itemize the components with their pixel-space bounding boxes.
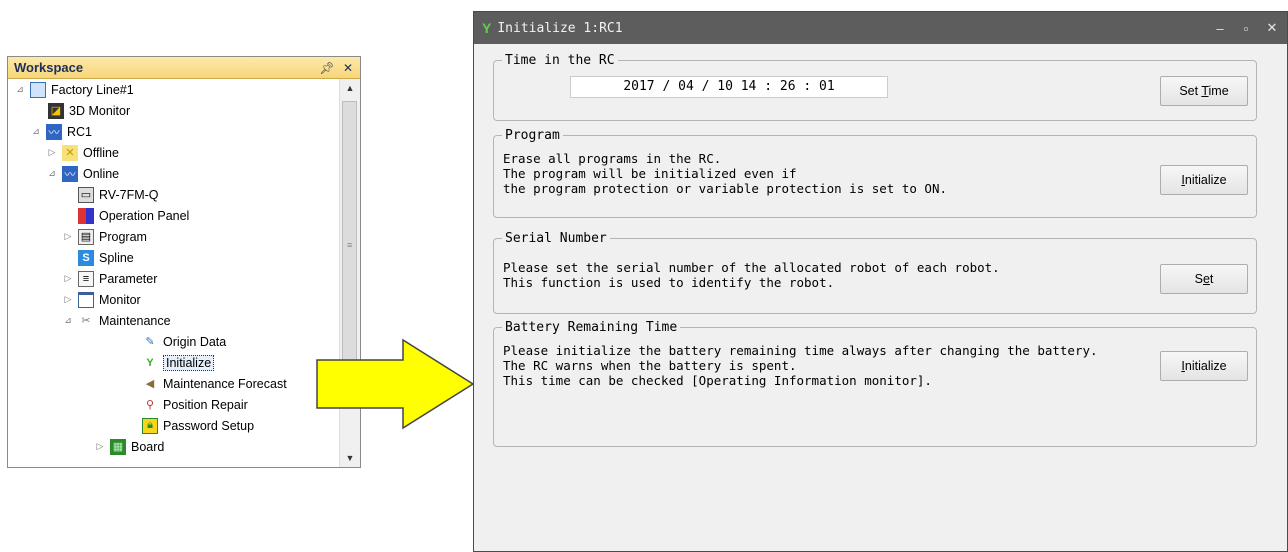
program-description: Erase all programs in the RC. The progra…: [503, 151, 948, 196]
program-icon: ▤: [78, 228, 94, 245]
maintenance-forecast-icon: ◀: [145, 378, 155, 390]
collapse-icon[interactable]: ⊿: [14, 84, 26, 95]
collapse-icon[interactable]: ⊿: [46, 168, 58, 179]
tree-item-factory-line[interactable]: ⊿ Factory Line#1: [14, 79, 134, 100]
initialize-program-button[interactable]: Initialize: [1160, 165, 1248, 195]
tree-item-origin-data[interactable]: ✎ Origin Data: [142, 331, 226, 352]
set-time-button[interactable]: Set Time: [1160, 76, 1248, 106]
factory-line-icon: [30, 81, 46, 98]
tree-item-parameter[interactable]: ▷ ≡ Parameter: [62, 268, 157, 289]
tree-item-maintenance-forecast[interactable]: ◀ Maintenance Forecast: [142, 373, 287, 394]
dialog-title: Initialize 1:RC1: [497, 20, 623, 36]
workspace-header: Workspace 📌︎ ✕: [8, 57, 360, 79]
spline-icon: S: [78, 249, 94, 266]
expand-icon[interactable]: ▷: [62, 231, 74, 242]
tree-item-offline[interactable]: ▷ ✕ Offline: [46, 142, 119, 163]
minimize-icon[interactable]: ‒: [1209, 21, 1231, 36]
time-display: 2017 / 04 / 10 14 : 26 : 01: [570, 76, 888, 98]
robot-icon: ▭: [78, 186, 94, 203]
operation-panel-icon: [78, 207, 94, 224]
online-icon: 〰: [62, 165, 78, 182]
tree-item-rv-7fm-q[interactable]: ▭ RV-7FM-Q: [78, 184, 159, 205]
workspace-tree: ⊿ Factory Line#1 ◪ 3D Monitor ⊿ 〰 RC1 ▷ …: [8, 79, 340, 467]
serial-description: Please set the serial number of the allo…: [503, 260, 1000, 290]
initialize-icon: Y: [482, 20, 492, 36]
time-group: Time in the RC 2017 / 04 / 10 14 : 26 : …: [493, 53, 1257, 121]
arrow-annotation: [316, 338, 475, 430]
controller-icon: 〰: [46, 123, 62, 140]
maximize-icon[interactable]: ▫: [1235, 21, 1257, 36]
scroll-down-icon[interactable]: ▼: [340, 449, 360, 467]
initialize-icon: Y: [146, 356, 154, 369]
serial-number-group: Serial Number Please set the serial numb…: [493, 231, 1257, 314]
position-repair-icon: ⚲: [145, 399, 155, 411]
tree-item-rc1[interactable]: ⊿ 〰 RC1: [30, 121, 92, 142]
expand-icon[interactable]: ▷: [62, 273, 74, 284]
board-icon: ▦: [110, 438, 126, 455]
expand-icon[interactable]: ▷: [94, 441, 106, 452]
tree-item-board[interactable]: ▷ ▦ Board: [94, 436, 164, 457]
grip-icon: ≡: [347, 240, 353, 250]
tree-item-monitor[interactable]: ▷ Monitor: [62, 289, 141, 310]
parameter-icon: ≡: [78, 270, 94, 287]
initialize-battery-button[interactable]: Initialize: [1160, 351, 1248, 381]
tree-item-password-setup[interactable]: 🔒︎ Password Setup: [142, 415, 254, 436]
program-group-legend: Program: [505, 128, 560, 143]
workspace-panel: Workspace 📌︎ ✕ ⊿ Factory Line#1 ◪ 3D Mon…: [7, 56, 361, 468]
tree-item-maintenance[interactable]: ⊿ ✂ Maintenance: [62, 310, 170, 331]
tree-item-position-repair[interactable]: ⚲ Position Repair: [142, 394, 248, 415]
scroll-up-icon[interactable]: ▲: [340, 79, 360, 97]
time-group-legend: Time in the RC: [505, 53, 615, 68]
battery-group: Battery Remaining Time Please initialize…: [493, 320, 1257, 447]
maintenance-icon: ✂: [81, 315, 91, 327]
close-icon[interactable]: ✕: [1261, 20, 1283, 36]
initialize-dialog: Y Initialize 1:RC1 ‒ ▫ ✕ Time in the RC …: [473, 11, 1288, 552]
lock-icon: 🔒︎: [142, 417, 158, 434]
expand-icon[interactable]: ▷: [46, 147, 58, 158]
3d-monitor-icon: ◪: [48, 102, 64, 119]
battery-description: Please initialize the battery remaining …: [503, 343, 1098, 388]
program-group: Program Erase all programs in the RC. Th…: [493, 128, 1257, 218]
tree-item-program[interactable]: ▷ ▤ Program: [62, 226, 147, 247]
tree-item-operation-panel[interactable]: Operation Panel: [78, 205, 189, 226]
offline-icon: ✕: [62, 144, 78, 161]
pin-icon[interactable]: 📌︎: [318, 59, 336, 77]
tree-item-spline[interactable]: S Spline: [78, 247, 134, 268]
dialog-titlebar: Y Initialize 1:RC1 ‒ ▫ ✕: [474, 12, 1287, 44]
set-serial-button[interactable]: Set: [1160, 264, 1248, 294]
expand-icon[interactable]: ▷: [62, 294, 74, 305]
tree-item-online[interactable]: ⊿ 〰 Online: [46, 163, 119, 184]
workspace-title: Workspace: [14, 60, 84, 75]
arrow-shape: [316, 338, 475, 430]
origin-data-icon: ✎: [145, 336, 155, 348]
tree-item-initialize[interactable]: Y Initialize: [142, 352, 215, 373]
battery-group-legend: Battery Remaining Time: [505, 320, 678, 335]
collapse-icon[interactable]: ⊿: [30, 126, 42, 137]
serial-group-legend: Serial Number: [505, 231, 607, 246]
monitor-icon: [78, 291, 94, 308]
tree-item-3d-monitor[interactable]: ◪ 3D Monitor: [48, 100, 130, 121]
collapse-icon[interactable]: ⊿: [62, 315, 74, 326]
close-icon[interactable]: ✕: [339, 59, 357, 77]
